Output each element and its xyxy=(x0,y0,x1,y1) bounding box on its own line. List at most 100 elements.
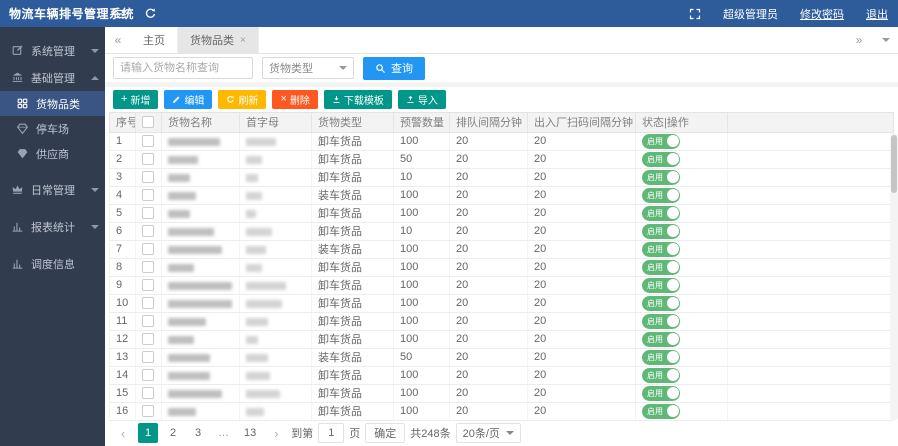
toggle-knob-icon xyxy=(667,297,679,309)
row-checkbox[interactable] xyxy=(142,171,154,183)
close-tab-icon[interactable]: × xyxy=(240,35,246,46)
toolbar-button-6[interactable]: 导入 xyxy=(398,90,446,109)
pagination-bar: ‹ 123…13 › 到第 页 确定 共248条 20条/页 xyxy=(105,421,898,446)
menu-toggle-button[interactable] xyxy=(105,0,135,27)
enable-toggle[interactable]: 启用 xyxy=(642,242,680,257)
gem-icon xyxy=(15,122,29,136)
logout-link[interactable]: 退出 xyxy=(866,6,888,22)
enable-toggle[interactable]: 启用 xyxy=(642,260,680,275)
row-checkbox[interactable] xyxy=(142,279,154,291)
toolbar-button-3[interactable]: 刷新 xyxy=(218,90,266,109)
sidebar-item-8[interactable]: 调度信息 xyxy=(0,250,105,277)
enable-toggle[interactable]: 启用 xyxy=(642,152,680,167)
enable-toggle[interactable]: 启用 xyxy=(642,368,680,383)
enable-toggle[interactable]: 启用 xyxy=(642,386,680,401)
tab-2[interactable]: 货物品类× xyxy=(178,27,259,53)
refresh-page-button[interactable] xyxy=(135,0,165,27)
row-checkbox[interactable] xyxy=(142,243,154,255)
sidebar-item-3[interactable]: 货物品类 xyxy=(0,91,105,116)
page-number-1[interactable]: 1 xyxy=(138,423,158,443)
per-page-select[interactable]: 20条/页 xyxy=(456,423,521,443)
enable-toggle[interactable]: 启用 xyxy=(642,278,680,293)
tabs-scroll-left-button[interactable]: « xyxy=(105,27,131,53)
page-number-13[interactable]: 13 xyxy=(239,423,261,443)
sidebar-item-5[interactable]: 供应商 xyxy=(0,141,105,166)
refresh-icon xyxy=(226,95,235,104)
goto-confirm-button[interactable]: 确定 xyxy=(365,423,405,443)
sidebar-item-1[interactable]: 系统管理 xyxy=(0,37,105,64)
fullscreen-button[interactable] xyxy=(689,0,701,27)
toolbar-button-2[interactable]: 编辑 xyxy=(164,90,212,109)
table-row: 4装车货品1002020启用 xyxy=(110,186,894,204)
sidebar-item-4[interactable]: 停车场 xyxy=(0,116,105,141)
enable-toggle[interactable]: 启用 xyxy=(642,350,680,365)
toolbar-button-5[interactable]: 下载模板 xyxy=(324,90,392,109)
prev-page-button[interactable]: ‹ xyxy=(113,423,133,443)
enable-toggle[interactable]: 启用 xyxy=(642,170,680,185)
row-index: 14 xyxy=(110,366,136,384)
row-checkbox[interactable] xyxy=(142,405,154,417)
row-checkbox[interactable] xyxy=(142,189,154,201)
warn-qty-cell: 50 xyxy=(394,150,450,168)
row-checkbox[interactable] xyxy=(142,225,154,237)
tabs-scroll-right-button[interactable]: » xyxy=(846,27,872,53)
initial-cell xyxy=(240,150,312,168)
row-checkbox[interactable] xyxy=(142,387,154,399)
current-user[interactable]: 超级管理员 xyxy=(723,6,778,22)
scan-interval-cell: 20 xyxy=(528,276,636,294)
status-cell: 启用 xyxy=(636,150,728,168)
row-checkbox[interactable] xyxy=(142,315,154,327)
goto-page-input[interactable] xyxy=(318,423,344,443)
row-checkbox[interactable] xyxy=(142,153,154,165)
enable-toggle[interactable]: 启用 xyxy=(642,332,680,347)
row-checkbox-cell xyxy=(136,330,162,348)
goods-type-cell: 卸车货品 xyxy=(312,276,394,294)
enable-toggle[interactable]: 启用 xyxy=(642,314,680,329)
enable-toggle[interactable]: 启用 xyxy=(642,404,680,419)
enable-toggle[interactable]: 启用 xyxy=(642,224,680,239)
tab-1[interactable]: 主页 xyxy=(131,27,178,53)
queue-interval-cell: 20 xyxy=(450,258,528,276)
queue-interval-cell: 20 xyxy=(450,276,528,294)
goods-type-select[interactable]: 货物类型 xyxy=(262,57,354,79)
hamburger-icon xyxy=(113,7,127,21)
toolbar-button-label: 导入 xyxy=(418,92,438,107)
sidebar-item-6[interactable]: 日常管理 xyxy=(0,176,105,203)
scrollbar-thumb[interactable] xyxy=(891,135,897,193)
sidebar-item-7[interactable]: 报表统计 xyxy=(0,213,105,240)
change-password-link[interactable]: 修改密码 xyxy=(800,6,844,22)
initial-cell xyxy=(240,186,312,204)
sidebar-item-label: 停车场 xyxy=(36,121,99,137)
row-checkbox[interactable] xyxy=(142,369,154,381)
row-checkbox[interactable] xyxy=(142,135,154,147)
enable-toggle[interactable]: 启用 xyxy=(642,134,680,149)
goods-type-cell: 卸车货品 xyxy=(312,132,394,150)
select-all-checkbox[interactable] xyxy=(142,116,154,128)
enable-toggle[interactable]: 启用 xyxy=(642,206,680,221)
enable-toggle[interactable]: 启用 xyxy=(642,188,680,203)
next-page-button[interactable]: › xyxy=(266,423,286,443)
status-cell: 启用 xyxy=(636,294,728,312)
goods-name-cell xyxy=(162,258,240,276)
goods-name-cell xyxy=(162,402,240,420)
filler-cell xyxy=(728,366,894,384)
sidebar-item-2[interactable]: 基础管理 xyxy=(0,64,105,91)
filler-cell xyxy=(728,132,894,150)
row-checkbox[interactable] xyxy=(142,297,154,309)
goods-name-search-input[interactable] xyxy=(113,57,253,79)
toggle-knob-icon xyxy=(667,405,679,417)
row-checkbox[interactable] xyxy=(142,351,154,363)
row-checkbox[interactable] xyxy=(142,207,154,219)
toolbar-button-1[interactable]: +新增 xyxy=(113,90,158,109)
toolbar-button-4[interactable]: ×删除 xyxy=(272,90,317,109)
enable-toggle[interactable]: 启用 xyxy=(642,296,680,311)
row-checkbox[interactable] xyxy=(142,333,154,345)
row-index: 16 xyxy=(110,402,136,420)
page-number-2[interactable]: 2 xyxy=(163,423,183,443)
toggle-knob-icon xyxy=(667,315,679,327)
search-button[interactable]: 查询 xyxy=(363,57,425,80)
row-checkbox[interactable] xyxy=(142,261,154,273)
page-number-3[interactable]: 3 xyxy=(188,423,208,443)
edit-square-icon xyxy=(10,44,24,58)
tabs-menu-button[interactable] xyxy=(872,27,898,53)
